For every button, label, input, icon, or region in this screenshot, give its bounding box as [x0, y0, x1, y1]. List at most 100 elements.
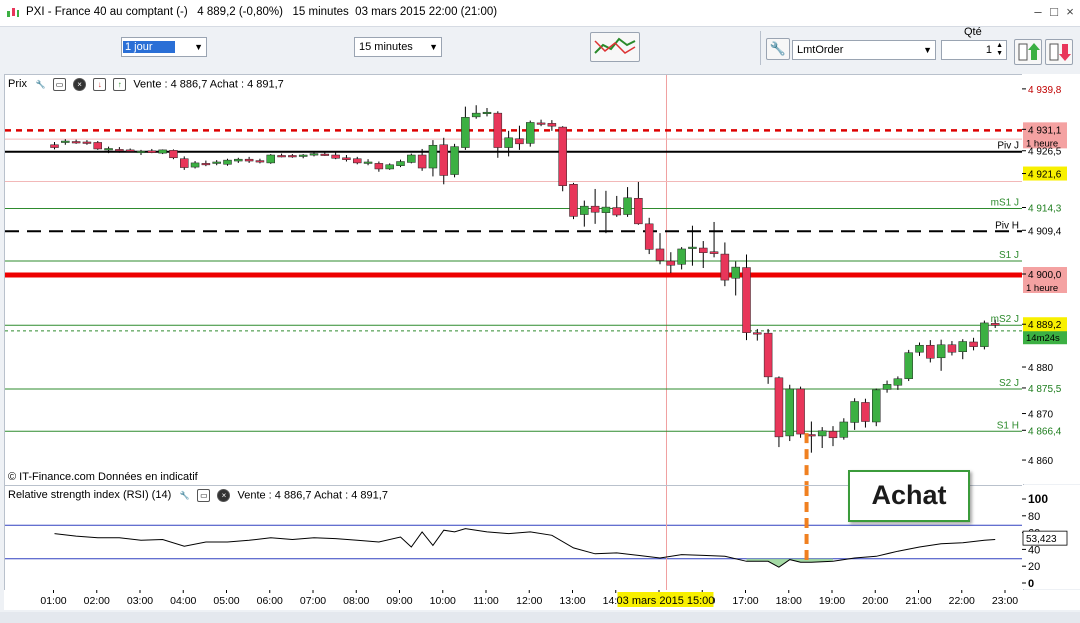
candle-body [288, 155, 297, 158]
rsi-tick-label: 80 [1028, 511, 1040, 523]
candle-body [644, 223, 654, 250]
indicators-button[interactable] [590, 32, 640, 62]
time-tick-label: 01:00 [40, 595, 66, 607]
rsi-tick-label: 20 [1028, 561, 1040, 573]
candle-body [828, 431, 838, 439]
candle-body [677, 248, 686, 265]
candle-body [666, 260, 676, 266]
candle-body [980, 322, 989, 347]
candle-body [309, 153, 319, 156]
close-circle-icon[interactable]: × [73, 78, 87, 91]
close-icon[interactable]: × [1062, 4, 1078, 20]
chevron-down-icon: ▼ [194, 42, 203, 52]
candle-body [547, 123, 557, 127]
candle-body [558, 126, 567, 186]
candle-body [742, 267, 751, 333]
rsi-tick-label: 0 [1028, 578, 1034, 589]
price-tag-text: 4 926,5 [1028, 147, 1062, 158]
candle-body [212, 161, 221, 164]
qty-input[interactable]: 1 ▲ ▼ [941, 40, 1007, 60]
chevron-down-icon: ▼ [923, 45, 932, 55]
candle-body [872, 389, 881, 423]
level-label: S1 J [999, 250, 1019, 261]
order-type-select[interactable]: LmtOrder ▼ [792, 40, 936, 60]
price-quote: Vente : 4 886,7 Achat : 4 891,7 [133, 78, 284, 91]
price-panel: Piv JmS1 J Piv H S1 JmS2 J S2 J S1 H Prix 🔧 … [4, 74, 1024, 486]
candle-body [353, 158, 362, 164]
candle-body [969, 341, 978, 347]
candle-body [104, 148, 113, 151]
candle-body [709, 251, 719, 254]
rsi-axis[interactable]: 10080604020053,423 [1022, 485, 1080, 590]
price-axis[interactable]: 4 939,8 4 931,1 1 heure 4 926,5 4 921,6 4 914… [1022, 74, 1080, 484]
minimize-icon[interactable]: – [1030, 4, 1046, 20]
sell-order-button[interactable] [1045, 39, 1073, 65]
qty-label: Qté [964, 26, 982, 38]
candle-body [623, 197, 632, 215]
candle-body [958, 341, 967, 352]
price-tag-text: 4 900,0 [1028, 270, 1062, 281]
close-circle-icon[interactable]: × [217, 489, 231, 502]
candle-body [655, 248, 665, 261]
price-chart[interactable]: Piv JmS1 JPiv HS1 JmS2 JS2 JS1 H [5, 75, 1023, 485]
cursor-label: 03 mars 2015 15:00 [617, 595, 715, 607]
candle-body [807, 434, 816, 437]
candle-body [785, 388, 794, 437]
move-down-icon[interactable]: ↓ [93, 78, 107, 91]
candle-body [493, 112, 503, 148]
price-tag-text: 4 939,8 [1028, 85, 1062, 96]
period-select[interactable]: 1 jour ▼ [121, 37, 207, 57]
order-settings-button[interactable]: 🔧 [766, 38, 790, 60]
candle-body [244, 158, 254, 162]
time-tick-label: 07:00 [300, 595, 326, 607]
time-tick-label: 18:00 [776, 595, 802, 607]
candle-body [190, 162, 200, 168]
candle-body [342, 157, 351, 160]
candle-body [298, 154, 308, 157]
indicators-icon [594, 37, 636, 54]
window-icon[interactable]: ▭ [53, 78, 67, 91]
time-tick-label: 11:00 [473, 595, 499, 607]
candle-body [50, 144, 59, 148]
candle-body [936, 344, 946, 359]
candle-body [396, 161, 405, 166]
candle-body [223, 159, 232, 165]
time-tick-label: 06:00 [257, 595, 283, 607]
wrench-icon[interactable]: 🔧 [179, 490, 190, 501]
candle-body [158, 149, 167, 154]
candle-body [125, 149, 135, 152]
interval-select[interactable]: 15 minutes ▼ [354, 37, 442, 57]
candle-body [580, 205, 589, 215]
maximize-icon[interactable]: □ [1046, 4, 1062, 20]
time-tick-label: 13:00 [559, 595, 585, 607]
buy-order-button[interactable] [1014, 39, 1042, 65]
time-axis[interactable]: 01:00 02:00 03:00 04:00 05:00 06:00 07:00 08:00… [4, 590, 1080, 610]
time-tick-label: 09:00 [386, 595, 412, 607]
price-tag-text: 4 931,1 [1028, 125, 1062, 136]
candle-body [515, 138, 524, 145]
window-icon[interactable]: ▭ [197, 489, 211, 502]
level-label: S1 H [997, 420, 1019, 431]
candle-body [136, 151, 146, 154]
candle-body [169, 150, 178, 159]
rsi-tick-label: 100 [1028, 492, 1048, 506]
level-label: S2 J [999, 378, 1019, 389]
candle-body [320, 153, 330, 156]
candle-body [796, 388, 805, 435]
candle-body [536, 122, 546, 125]
candle-body [201, 163, 211, 166]
time-tick-label: 20:00 [862, 595, 888, 607]
time-tick-label: 04:00 [170, 595, 196, 607]
move-up-icon[interactable]: ↑ [113, 78, 127, 91]
level-label: Piv H [995, 220, 1019, 231]
achat-annotation: Achat [848, 470, 970, 522]
candle-body [71, 141, 81, 144]
candle-body [817, 430, 827, 437]
title-bar: PXI - France 40 au comptant (-) 4 889,2 … [0, 0, 1080, 27]
candle-body [363, 161, 373, 164]
candle-body [612, 207, 621, 216]
candle-body [915, 344, 924, 353]
wrench-icon[interactable]: 🔧 [35, 79, 46, 90]
candle-body [417, 154, 427, 169]
candle-body [526, 122, 535, 144]
